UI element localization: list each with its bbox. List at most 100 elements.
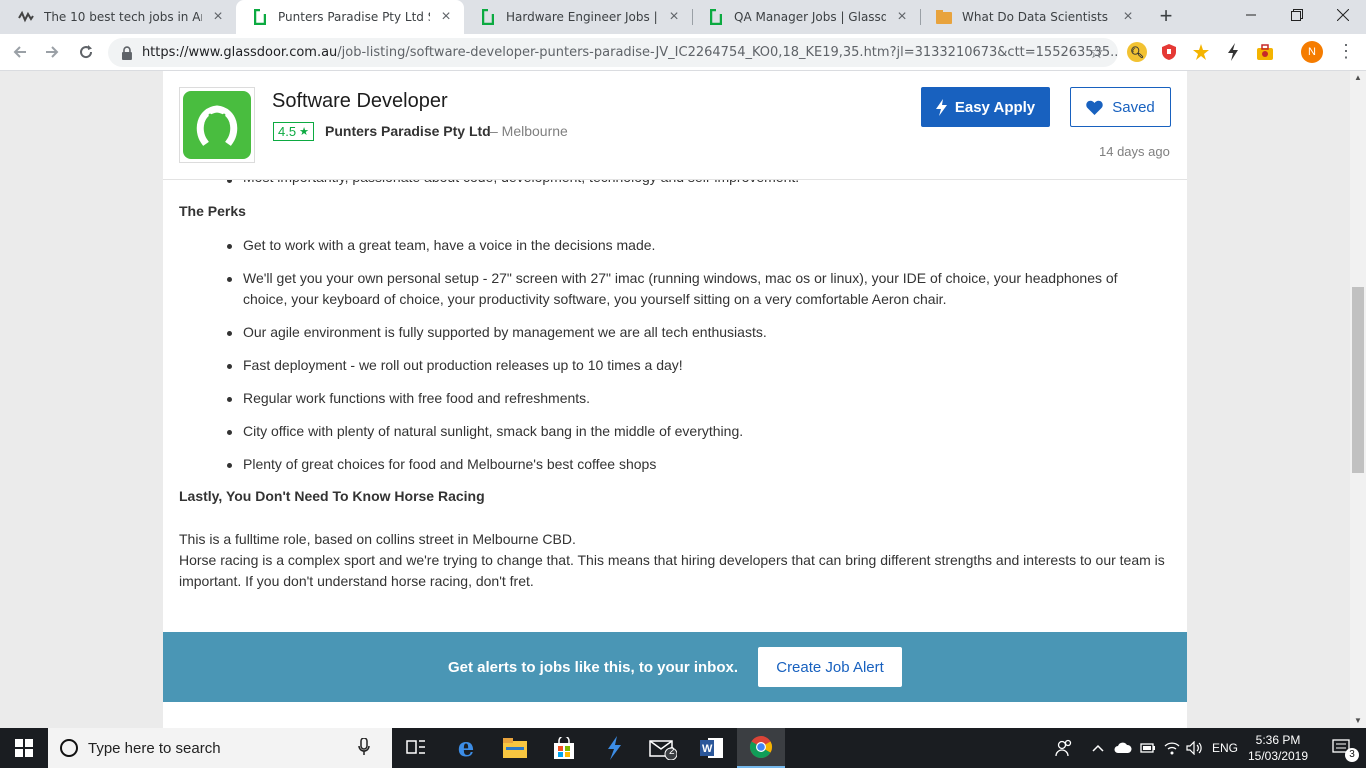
page-viewport: Software Developer 4.5 ★ Punters Paradis… xyxy=(0,71,1350,728)
list-item: Regular work functions with free food an… xyxy=(227,388,1163,409)
bolt-extension-icon[interactable] xyxy=(1223,42,1243,62)
battery-icon[interactable] xyxy=(1140,728,1156,768)
clock[interactable]: 5:36 PM 15/03/2019 xyxy=(1244,732,1312,764)
mail-icon[interactable]: 2 xyxy=(639,728,687,768)
job-alert-text: Get alerts to jobs like this, to your in… xyxy=(447,658,739,676)
menu-icon[interactable]: ⋮ xyxy=(1336,42,1356,62)
close-icon[interactable]: × xyxy=(210,8,226,26)
address-bar[interactable]: https://www.glassdoor.com.au/job-listing… xyxy=(108,38,1118,67)
store-icon[interactable] xyxy=(540,728,588,768)
wifi-icon[interactable] xyxy=(1164,728,1180,768)
list-item: Fast deployment - we roll out production… xyxy=(227,355,1163,376)
tab-qa-manager[interactable]: QA Manager Jobs | Glassdoor.c × xyxy=(692,0,920,34)
forward-button[interactable] xyxy=(40,40,64,64)
power-automate-icon[interactable] xyxy=(590,728,638,768)
lock-icon xyxy=(121,45,132,60)
scrollbar-thumb[interactable] xyxy=(1352,287,1364,473)
paragraph: Horse racing is a complex sport and we'r… xyxy=(179,552,1165,589)
tab-title: The 10 best tech jobs in Americ xyxy=(44,10,202,24)
language-indicator[interactable]: ENG xyxy=(1212,728,1238,768)
edge-icon[interactable]: e xyxy=(442,728,490,768)
url-path: /job-listing/software-developer-punters-… xyxy=(337,45,1118,60)
shield-extension-icon[interactable] xyxy=(1159,42,1179,62)
taskbar-search-box[interactable]: Type here to search xyxy=(48,728,392,768)
notification-count-badge: 3 xyxy=(1345,748,1359,762)
list-item-text: Plenty of great choices for food and Mel… xyxy=(243,456,657,472)
browser-toolbar: https://www.glassdoor.com.au/job-listing… xyxy=(0,34,1366,71)
close-icon[interactable]: × xyxy=(894,8,910,26)
new-tab-button[interactable]: + xyxy=(1154,5,1178,29)
microphone-icon[interactable] xyxy=(358,736,378,759)
tab-title: Hardware Engineer Jobs | Glass xyxy=(506,10,658,24)
job-header: Software Developer 4.5 ★ Punters Paradis… xyxy=(163,71,1187,180)
url-host: https://www.glassdoor.com.au xyxy=(141,45,338,60)
file-explorer-icon[interactable] xyxy=(491,728,539,768)
task-view-icon[interactable] xyxy=(392,728,440,768)
start-button[interactable] xyxy=(0,728,48,768)
easy-apply-label: Easy Apply xyxy=(954,98,1036,116)
restore-button[interactable] xyxy=(1274,0,1320,30)
minimize-button[interactable] xyxy=(1228,0,1274,30)
close-icon[interactable]: × xyxy=(438,8,454,26)
reload-button[interactable] xyxy=(74,40,98,64)
saved-label: Saved xyxy=(1112,98,1155,116)
profile-avatar[interactable]: N xyxy=(1301,41,1323,63)
volume-icon[interactable] xyxy=(1186,728,1204,768)
back-button[interactable] xyxy=(8,40,32,64)
search-placeholder: Type here to search xyxy=(88,739,221,757)
tab-punters-paradise[interactable]: Punters Paradise Pty Ltd Softw × xyxy=(236,0,464,34)
lightning-icon xyxy=(935,98,947,116)
wave-icon xyxy=(18,9,34,25)
list-item-text: We'll get you your own personal setup - … xyxy=(243,270,1118,307)
bullet-dot xyxy=(227,397,232,402)
saved-button[interactable]: Saved xyxy=(1070,87,1171,127)
job-alert-banner: Get alerts to jobs like this, to your in… xyxy=(163,632,1187,702)
list-item: City office with plenty of natural sunli… xyxy=(227,421,1163,442)
company-name-link[interactable]: Punters Paradise Pty Ltd xyxy=(325,123,491,139)
action-center-icon[interactable]: 3 xyxy=(1318,728,1366,768)
cortana-icon xyxy=(60,739,78,757)
posted-date: 14 days ago xyxy=(1099,144,1170,159)
reload-icon xyxy=(80,45,93,59)
arrow-right-icon xyxy=(46,46,59,58)
tab-title: What Do Data Scientists Do? | xyxy=(962,10,1112,24)
job-title: Software Developer xyxy=(272,90,448,112)
rating-value: 4.5 xyxy=(278,124,297,139)
briefcase-extension-icon[interactable] xyxy=(1255,42,1275,62)
list-item-text: Get to work with a great team, have a vo… xyxy=(243,237,656,253)
glassdoor-icon xyxy=(708,9,724,25)
bullet-dot xyxy=(227,331,232,336)
people-icon[interactable] xyxy=(1055,728,1073,768)
horseshoe-icon xyxy=(183,91,251,159)
bullet-dot xyxy=(227,277,232,282)
onedrive-icon[interactable] xyxy=(1114,728,1132,768)
next-section xyxy=(163,717,1187,728)
bullet-dot xyxy=(227,430,232,435)
chrome-icon[interactable] xyxy=(737,728,785,768)
scroll-up-arrow-icon[interactable]: ▲ xyxy=(1350,71,1366,85)
tab-hardware-engineer[interactable]: Hardware Engineer Jobs | Glass × xyxy=(464,0,692,34)
bookmark-star-icon[interactable]: ☆ xyxy=(1089,43,1104,63)
word-icon[interactable]: W xyxy=(688,728,736,768)
page-scrollbar[interactable]: ▲ ▼ xyxy=(1350,71,1366,728)
easy-apply-button[interactable]: Easy Apply xyxy=(921,87,1050,127)
folder-icon xyxy=(936,9,952,25)
company-logo[interactable] xyxy=(179,87,255,163)
close-icon[interactable]: × xyxy=(666,8,682,26)
chevron-up-icon[interactable] xyxy=(1092,728,1104,768)
search-extension-icon[interactable]: 🔍︎ xyxy=(1127,42,1147,62)
list-item-text: Regular work functions with free food an… xyxy=(243,390,591,406)
perks-heading: The Perks xyxy=(179,203,246,219)
create-job-alert-button[interactable]: Create Job Alert xyxy=(758,647,903,687)
close-icon[interactable]: × xyxy=(1120,8,1136,26)
star-extension-icon[interactable] xyxy=(1191,42,1211,62)
list-item-text: City office with plenty of natural sunli… xyxy=(243,423,744,439)
scroll-down-arrow-icon[interactable]: ▼ xyxy=(1350,714,1366,728)
clock-date: 15/03/2019 xyxy=(1247,749,1309,763)
tab-data-scientists[interactable]: What Do Data Scientists Do? | × xyxy=(920,0,1146,34)
mail-count-badge: 2 xyxy=(669,746,675,757)
url-text: https://www.glassdoor.com.au/job-listing… xyxy=(142,45,1118,60)
close-window-button[interactable] xyxy=(1320,0,1366,30)
windows-taskbar: Type here to search e 2 W ENG 5:36 PM 15… xyxy=(0,728,1366,768)
tab-tech-jobs[interactable]: The 10 best tech jobs in Americ × xyxy=(2,0,236,34)
